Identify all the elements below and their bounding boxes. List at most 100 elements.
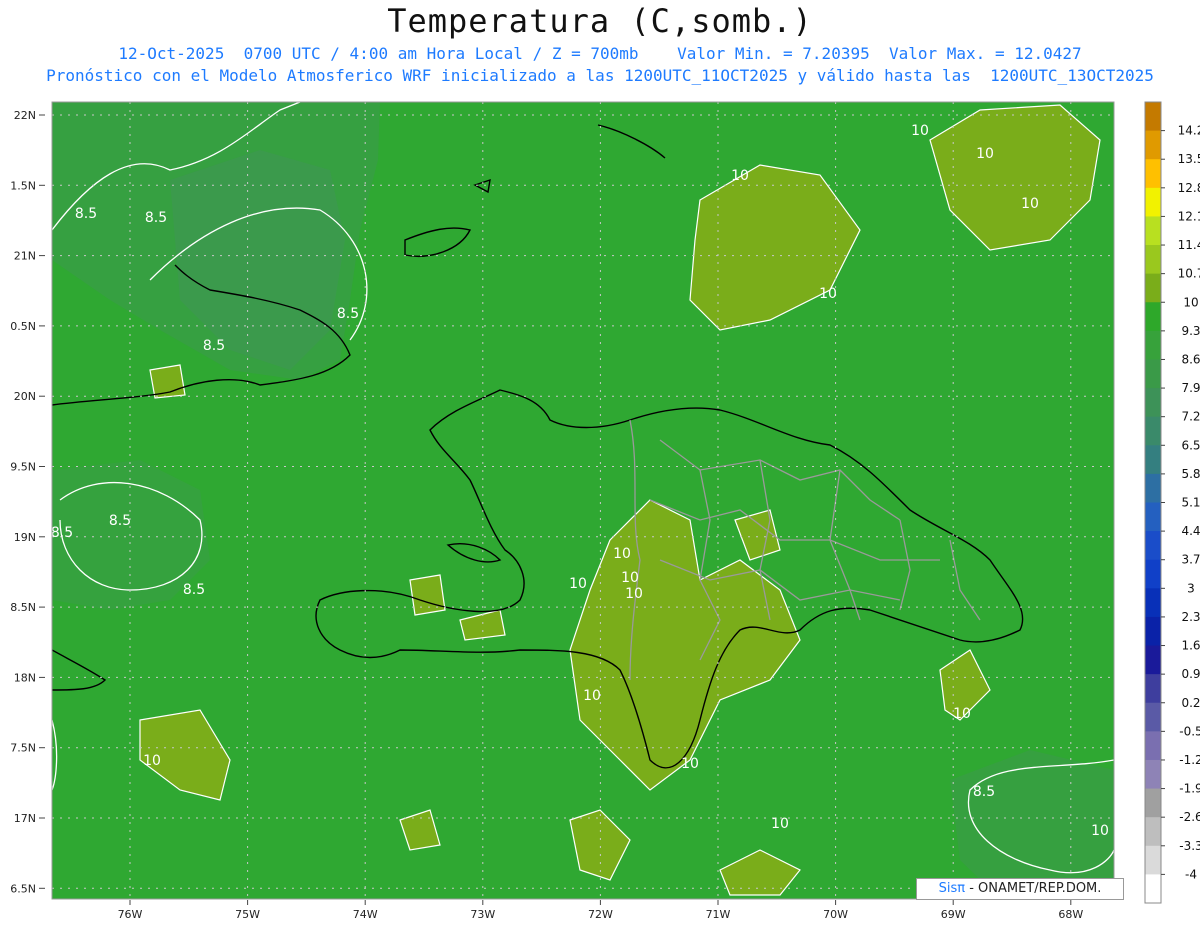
- contour-label: 10: [583, 688, 601, 704]
- colorbar-label: -1.9: [1179, 782, 1200, 796]
- contour-label: 8.5: [51, 525, 73, 541]
- colorbar-label: 10: [1183, 295, 1198, 309]
- colorbar-label: 0.2: [1181, 696, 1200, 710]
- sispi-logo-text: Sisπ: [938, 881, 966, 896]
- contour-label: 10: [621, 570, 639, 586]
- contour-label: 10: [681, 756, 699, 772]
- contour-label: 10: [911, 123, 929, 139]
- colorbar-label: 2.3: [1181, 610, 1200, 624]
- colorbar-swatch: [1145, 416, 1161, 446]
- colorbar-label: 4.4: [1181, 524, 1200, 538]
- latitude-axis: 22N 1.5N 21N 0.5N 20N 9.5N 19N 8.5N 18N 7.5N 17N 6.…: [10, 109, 45, 895]
- colorbar-swatch: [1145, 473, 1161, 503]
- lat-tick-label: 9.5N: [10, 461, 36, 474]
- colorbar-label: 5.8: [1181, 467, 1200, 481]
- colorbar-label: 5.1: [1181, 496, 1200, 510]
- lat-tick-label: 17N: [14, 812, 36, 825]
- lon-tick-label: 70W: [823, 908, 848, 921]
- lat-tick-label: 22N: [14, 109, 36, 122]
- lat-tick-label: 20N: [14, 390, 36, 403]
- contour-label: 8.5: [109, 513, 131, 529]
- colorbar-swatch: [1145, 216, 1161, 246]
- colorbar-swatch: [1145, 388, 1161, 418]
- colorbar-swatch: [1145, 502, 1161, 532]
- lon-tick-label: 76W: [118, 908, 143, 921]
- colorbar-label: -4: [1185, 867, 1197, 881]
- colorbar-swatch: [1145, 702, 1161, 732]
- colorbar-label: -0.5: [1179, 724, 1200, 738]
- lat-tick-label: 18N: [14, 671, 36, 684]
- colorbar-swatch: [1145, 302, 1161, 332]
- lat-tick-label: 8.5N: [10, 601, 36, 614]
- colorbar-label: 14.2: [1178, 124, 1200, 138]
- lon-tick-label: 74W: [353, 908, 378, 921]
- longitude-axis: 76W 75W 74W 73W 72W 71W 70W 69W 68W: [118, 900, 1083, 921]
- colorbar-swatch: [1145, 531, 1161, 561]
- colorbar-swatch: [1145, 445, 1161, 475]
- colorbar-swatch: [1145, 102, 1161, 132]
- contour-label: 10: [143, 753, 161, 769]
- contour-label: 10: [953, 706, 971, 722]
- colorbar-label: 12.1: [1178, 209, 1200, 223]
- lat-tick-label: 7.5N: [10, 742, 36, 755]
- colorbar-label: 7.2: [1181, 410, 1200, 424]
- colorbar-swatch: [1145, 330, 1161, 360]
- lon-tick-label: 73W: [470, 908, 495, 921]
- lat-tick-label: 6.5N: [10, 882, 36, 895]
- colorbar-swatch: [1145, 588, 1161, 618]
- colorbar-label: 13.5: [1178, 152, 1200, 166]
- colorbar-swatch: [1145, 159, 1161, 189]
- map-plot-area: 8.5 8.58.58.58.58.58.58.510101010101010 10…: [51, 102, 1114, 899]
- colorbar-label: -3.3: [1179, 839, 1200, 853]
- contour-label: 10: [731, 168, 749, 184]
- warm-patch-tiburon: [409, 574, 446, 616]
- contour-label: 10: [976, 146, 994, 162]
- credit-box: Sisπ - ONAMET/REP.DOM.: [916, 878, 1124, 900]
- colorbar-label: 8.6: [1181, 352, 1200, 366]
- colorbar-label: 9.3: [1181, 324, 1200, 338]
- colorbar-label: 3: [1187, 581, 1195, 595]
- lat-tick-label: 19N: [14, 531, 36, 544]
- lon-tick-label: 71W: [706, 908, 731, 921]
- colorbar-swatch: [1145, 616, 1161, 647]
- colorbar-swatch: [1145, 359, 1161, 389]
- colorbar-label: 3.7: [1181, 553, 1200, 567]
- contour-label: 10: [1091, 823, 1109, 839]
- lon-tick-label: 69W: [941, 908, 966, 921]
- credit-text: - ONAMET/REP.DOM.: [965, 881, 1102, 896]
- colorbar-swatch: [1145, 674, 1161, 704]
- contour-label: 10: [569, 576, 587, 592]
- contour-label: 10: [1021, 196, 1039, 212]
- lat-tick-label: 0.5N: [10, 320, 36, 333]
- colorbar-swatch: [1145, 245, 1161, 275]
- colorbar-label: 11.4: [1178, 238, 1200, 252]
- contour-label: 10: [819, 286, 837, 302]
- contour-label: 8.5: [75, 206, 97, 222]
- colorbar-swatch: [1145, 759, 1161, 790]
- colorbar-label: 12.8: [1178, 181, 1200, 195]
- colorbar-label: -2.6: [1179, 810, 1200, 824]
- lon-tick-label: 68W: [1058, 908, 1083, 921]
- contour-label: 10: [625, 586, 643, 602]
- colorbar-swatch: [1145, 731, 1161, 761]
- colorbar-swatch: [1145, 559, 1161, 589]
- contour-label: 8.5: [203, 338, 225, 354]
- lon-tick-label: 72W: [588, 908, 613, 921]
- colorbar-label: 1.6: [1181, 639, 1200, 653]
- colorbar-label: 10.7: [1178, 267, 1200, 281]
- colorbar-label: -1.2: [1179, 753, 1200, 767]
- colorbar-swatch: [1145, 845, 1161, 875]
- colorbar-swatch: [1145, 645, 1161, 675]
- colorbar: 14.2 13.5 12.8 12.1 11.4 10.7 10 9.3 8.6 7.9 7.2 6.…: [1144, 101, 1200, 904]
- contour-label: 8.5: [973, 784, 995, 800]
- contour-label: 10: [613, 546, 631, 562]
- lat-tick-label: 1.5N: [10, 179, 36, 192]
- colorbar-swatch: [1145, 130, 1161, 160]
- colorbar-swatch: [1145, 874, 1161, 904]
- colorbar-swatch: [1145, 273, 1161, 303]
- temperature-map: 8.5 8.58.58.58.58.58.58.510101010101010 10…: [10, 101, 1200, 921]
- colorbar-swatch: [1145, 788, 1161, 818]
- contour-label: 8.5: [337, 306, 359, 322]
- colorbar-swatch: [1145, 817, 1161, 847]
- colorbar-label: 7.9: [1181, 381, 1200, 395]
